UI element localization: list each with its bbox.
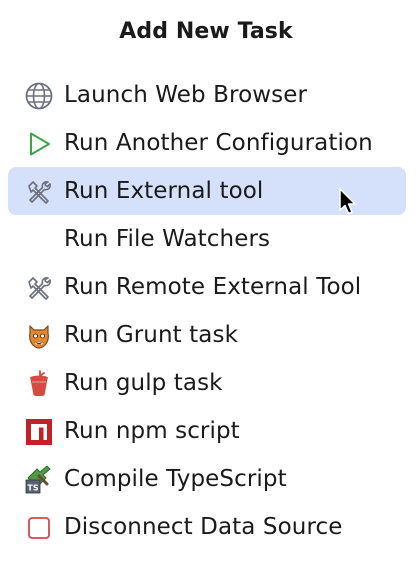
- list-item-label: Run gulp task: [64, 370, 223, 396]
- list-item-run-grunt-task[interactable]: Run Grunt task: [8, 311, 406, 359]
- mouse-pointer-icon: [338, 188, 358, 218]
- list-item-label: Compile TypeScript: [64, 466, 287, 492]
- list-item-label: Run Grunt task: [64, 322, 238, 348]
- list-item-run-npm-script[interactable]: Run npm script: [8, 407, 406, 455]
- list-item-label: Run Another Configuration: [64, 130, 373, 156]
- tools-icon: [24, 273, 54, 303]
- gulp-icon: [24, 369, 54, 399]
- typescript-icon: TS: [24, 465, 54, 495]
- npm-icon: [24, 417, 54, 447]
- list-item-disconnect-data-source[interactable]: Disconnect Data Source: [8, 503, 406, 551]
- list-item-run-remote-external-tool[interactable]: Run Remote External Tool: [8, 263, 406, 311]
- list-item-run-gulp-task[interactable]: Run gulp task: [8, 359, 406, 407]
- grunt-icon: [24, 321, 54, 351]
- globe-icon: [24, 81, 54, 111]
- add-new-task-popup: Add New Task Launch Web Browser Run Anot…: [0, 0, 416, 565]
- task-list: Launch Web Browser Run Another Configura…: [8, 71, 406, 551]
- list-item-run-file-watchers[interactable]: Run File Watchers: [8, 215, 406, 263]
- list-item-run-another-configuration[interactable]: Run Another Configuration: [8, 119, 406, 167]
- popup-title: Add New Task: [119, 19, 293, 44]
- run-play-icon: [24, 129, 54, 159]
- list-item-label: Run External tool: [64, 178, 264, 204]
- list-item-compile-typescript[interactable]: TS Compile TypeScript: [8, 455, 406, 503]
- list-item-launch-web-browser[interactable]: Launch Web Browser: [8, 71, 406, 119]
- list-item-label: Run npm script: [64, 418, 240, 444]
- list-item-label: Run Remote External Tool: [64, 274, 362, 300]
- svg-text:TS: TS: [27, 484, 38, 493]
- list-item-label: Disconnect Data Source: [64, 514, 343, 540]
- data-source-icon: [24, 513, 54, 543]
- tools-icon: [24, 177, 54, 207]
- list-item-label: Launch Web Browser: [64, 82, 308, 108]
- list-item-label: Run File Watchers: [64, 226, 271, 252]
